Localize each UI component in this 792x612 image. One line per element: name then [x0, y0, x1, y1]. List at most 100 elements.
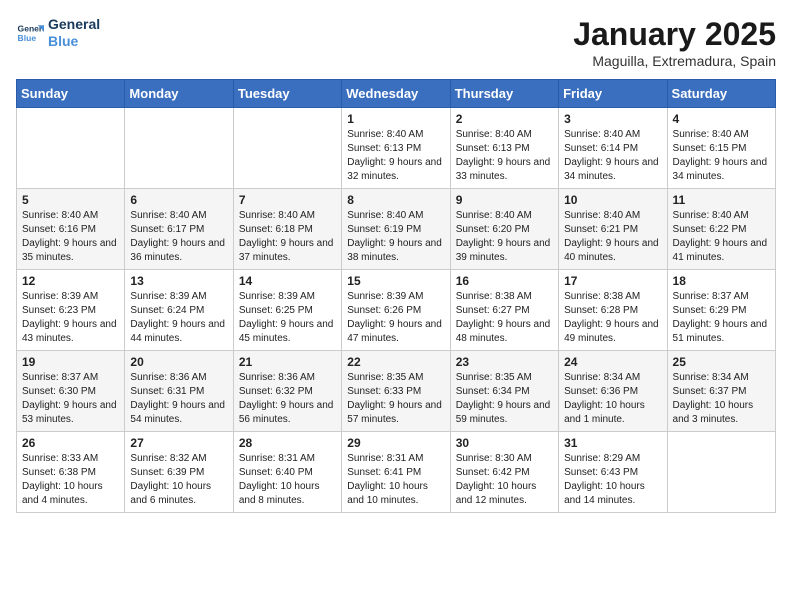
day-number: 25	[673, 355, 770, 369]
day-number: 6	[130, 193, 227, 207]
day-info: Sunrise: 8:40 AM Sunset: 6:13 PM Dayligh…	[456, 128, 553, 184]
calendar-cell	[667, 432, 775, 513]
day-number: 26	[22, 436, 119, 450]
calendar-cell: 2 Sunrise: 8:40 AM Sunset: 6:13 PM Daylig…	[450, 108, 558, 189]
logo: General Blue General Blue	[16, 16, 100, 50]
day-info: Sunrise: 8:32 AM Sunset: 6:39 PM Dayligh…	[130, 452, 227, 508]
day-info: Sunrise: 8:37 AM Sunset: 6:30 PM Dayligh…	[22, 371, 119, 427]
day-number: 11	[673, 193, 770, 207]
day-info: Sunrise: 8:36 AM Sunset: 6:31 PM Dayligh…	[130, 371, 227, 427]
calendar-cell: 10 Sunrise: 8:40 AM Sunset: 6:21 PM Dayli…	[559, 189, 667, 270]
day-info: Sunrise: 8:40 AM Sunset: 6:14 PM Dayligh…	[564, 128, 661, 184]
day-number: 28	[239, 436, 336, 450]
svg-text:General: General	[18, 23, 44, 33]
calendar-cell: 14Sunrise: 8:39 AM Sunset: 6:25 PM Dayli…	[233, 270, 341, 351]
day-number: 10	[564, 193, 661, 207]
weekday-header-friday: Friday	[559, 80, 667, 108]
weekday-header-tuesday: Tuesday	[233, 80, 341, 108]
day-number: 15	[347, 274, 444, 288]
calendar-cell: 13 Sunrise: 8:39 AM Sunset: 6:24 PM Dayli…	[125, 270, 233, 351]
weekday-header-row: SundayMondayTuesdayWednesdayThursdayFrid…	[17, 80, 776, 108]
calendar-cell: 16 Sunrise: 8:38 AM Sunset: 6:27 PM Dayli…	[450, 270, 558, 351]
calendar-cell: 29 Sunrise: 8:31 AM Sunset: 6:41 PM Dayli…	[342, 432, 450, 513]
day-info: Sunrise: 8:40 AM Sunset: 6:16 PM Dayligh…	[22, 209, 119, 265]
day-info: Sunrise: 8:34 AM Sunset: 6:36 PM Dayligh…	[564, 371, 661, 427]
day-info: Sunrise: 8:33 AM Sunset: 6:38 PM Dayligh…	[22, 452, 119, 508]
calendar-cell: 1Sunrise: 8:40 AM Sunset: 6:13 PM Daylig…	[342, 108, 450, 189]
calendar-cell: 8Sunrise: 8:40 AM Sunset: 6:19 PM Daylig…	[342, 189, 450, 270]
calendar-cell: 18 Sunrise: 8:37 AM Sunset: 6:29 PM Dayli…	[667, 270, 775, 351]
calendar-table: SundayMondayTuesdayWednesdayThursdayFrid…	[16, 79, 776, 513]
title-block: January 2025 Maguilla, Extremadura, Spai…	[573, 16, 776, 69]
calendar-week-5: 26 Sunrise: 8:33 AM Sunset: 6:38 PM Dayli…	[17, 432, 776, 513]
day-info: Sunrise: 8:29 AM Sunset: 6:43 PM Dayligh…	[564, 452, 661, 508]
day-number: 30	[456, 436, 553, 450]
weekday-header-saturday: Saturday	[667, 80, 775, 108]
day-number: 19	[22, 355, 119, 369]
calendar-cell: 12Sunrise: 8:39 AM Sunset: 6:23 PM Dayli…	[17, 270, 125, 351]
calendar-week-4: 19 Sunrise: 8:37 AM Sunset: 6:30 PM Dayli…	[17, 351, 776, 432]
month-title: January 2025	[573, 16, 776, 53]
day-number: 18	[673, 274, 770, 288]
day-info: Sunrise: 8:40 AM Sunset: 6:18 PM Dayligh…	[239, 209, 336, 265]
day-number: 1	[347, 112, 444, 126]
day-number: 12	[22, 274, 119, 288]
day-number: 16	[456, 274, 553, 288]
logo-icon: General Blue	[16, 19, 44, 47]
day-number: 13	[130, 274, 227, 288]
day-info: Sunrise: 8:40 AM Sunset: 6:22 PM Dayligh…	[673, 209, 770, 265]
calendar-week-3: 12Sunrise: 8:39 AM Sunset: 6:23 PM Dayli…	[17, 270, 776, 351]
day-info: Sunrise: 8:37 AM Sunset: 6:29 PM Dayligh…	[673, 290, 770, 346]
day-number: 2	[456, 112, 553, 126]
day-info: Sunrise: 8:31 AM Sunset: 6:40 PM Dayligh…	[239, 452, 336, 508]
day-number: 5	[22, 193, 119, 207]
weekday-header-monday: Monday	[125, 80, 233, 108]
weekday-header-wednesday: Wednesday	[342, 80, 450, 108]
page-header: General Blue General Blue January 2025 M…	[16, 16, 776, 69]
calendar-cell: 11 Sunrise: 8:40 AM Sunset: 6:22 PM Dayli…	[667, 189, 775, 270]
day-number: 20	[130, 355, 227, 369]
day-number: 14	[239, 274, 336, 288]
calendar-cell	[233, 108, 341, 189]
calendar-cell: 15Sunrise: 8:39 AM Sunset: 6:26 PM Dayli…	[342, 270, 450, 351]
svg-text:Blue: Blue	[18, 33, 37, 43]
calendar-cell: 7 Sunrise: 8:40 AM Sunset: 6:18 PM Daylig…	[233, 189, 341, 270]
calendar-cell: 20 Sunrise: 8:36 AM Sunset: 6:31 PM Dayli…	[125, 351, 233, 432]
calendar-cell	[17, 108, 125, 189]
calendar-cell: 5 Sunrise: 8:40 AM Sunset: 6:16 PM Daylig…	[17, 189, 125, 270]
day-info: Sunrise: 8:40 AM Sunset: 6:20 PM Dayligh…	[456, 209, 553, 265]
day-info: Sunrise: 8:40 AM Sunset: 6:21 PM Dayligh…	[564, 209, 661, 265]
day-info: Sunrise: 8:30 AM Sunset: 6:42 PM Dayligh…	[456, 452, 553, 508]
weekday-header-thursday: Thursday	[450, 80, 558, 108]
day-info: Sunrise: 8:40 AM Sunset: 6:19 PM Dayligh…	[347, 209, 444, 265]
location-subtitle: Maguilla, Extremadura, Spain	[573, 53, 776, 69]
calendar-cell: 24 Sunrise: 8:34 AM Sunset: 6:36 PM Dayli…	[559, 351, 667, 432]
calendar-cell: 21Sunrise: 8:36 AM Sunset: 6:32 PM Dayli…	[233, 351, 341, 432]
day-number: 9	[456, 193, 553, 207]
day-info: Sunrise: 8:39 AM Sunset: 6:24 PM Dayligh…	[130, 290, 227, 346]
calendar-cell: 27Sunrise: 8:32 AM Sunset: 6:39 PM Dayli…	[125, 432, 233, 513]
day-number: 22	[347, 355, 444, 369]
day-info: Sunrise: 8:38 AM Sunset: 6:27 PM Dayligh…	[456, 290, 553, 346]
calendar-cell: 4Sunrise: 8:40 AM Sunset: 6:15 PM Daylig…	[667, 108, 775, 189]
calendar-cell	[125, 108, 233, 189]
calendar-cell: 25 Sunrise: 8:34 AM Sunset: 6:37 PM Dayli…	[667, 351, 775, 432]
day-number: 3	[564, 112, 661, 126]
day-info: Sunrise: 8:31 AM Sunset: 6:41 PM Dayligh…	[347, 452, 444, 508]
day-number: 7	[239, 193, 336, 207]
calendar-cell: 23 Sunrise: 8:35 AM Sunset: 6:34 PM Dayli…	[450, 351, 558, 432]
day-info: Sunrise: 8:36 AM Sunset: 6:32 PM Dayligh…	[239, 371, 336, 427]
calendar-cell: 17Sunrise: 8:38 AM Sunset: 6:28 PM Dayli…	[559, 270, 667, 351]
day-info: Sunrise: 8:35 AM Sunset: 6:34 PM Dayligh…	[456, 371, 553, 427]
day-number: 23	[456, 355, 553, 369]
calendar-cell: 3 Sunrise: 8:40 AM Sunset: 6:14 PM Daylig…	[559, 108, 667, 189]
day-number: 29	[347, 436, 444, 450]
day-info: Sunrise: 8:40 AM Sunset: 6:15 PM Dayligh…	[673, 128, 770, 184]
calendar-cell: 19 Sunrise: 8:37 AM Sunset: 6:30 PM Dayli…	[17, 351, 125, 432]
day-info: Sunrise: 8:38 AM Sunset: 6:28 PM Dayligh…	[564, 290, 661, 346]
calendar-cell: 9 Sunrise: 8:40 AM Sunset: 6:20 PM Daylig…	[450, 189, 558, 270]
calendar-cell: 22Sunrise: 8:35 AM Sunset: 6:33 PM Dayli…	[342, 351, 450, 432]
day-number: 24	[564, 355, 661, 369]
logo-text-line2: Blue	[48, 33, 100, 50]
day-info: Sunrise: 8:34 AM Sunset: 6:37 PM Dayligh…	[673, 371, 770, 427]
